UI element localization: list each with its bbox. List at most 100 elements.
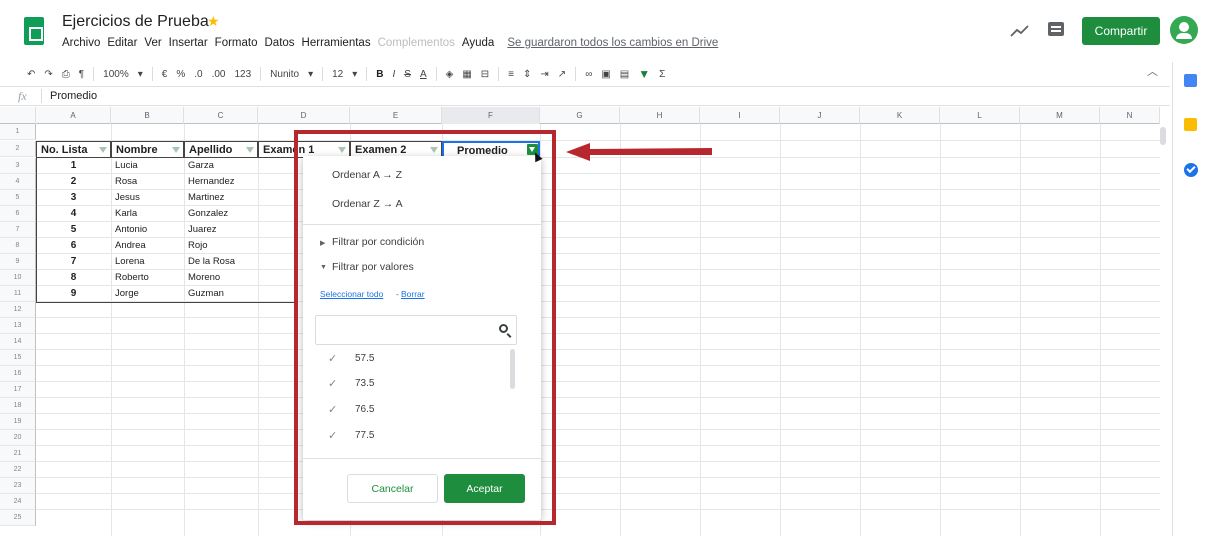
- redo-icon[interactable]: ↷: [44, 69, 52, 80]
- print-icon[interactable]: ⎙: [62, 69, 70, 80]
- document-title[interactable]: Ejercicios de Prueba: [62, 13, 209, 31]
- borders-icon[interactable]: ▦: [462, 69, 471, 80]
- table-cell[interactable]: 1: [36, 158, 111, 174]
- table-cell[interactable]: 9: [36, 286, 111, 302]
- table-cell[interactable]: 5: [36, 222, 111, 238]
- menu-herramientas[interactable]: Herramientas: [302, 37, 371, 49]
- undo-icon[interactable]: ↶: [27, 69, 35, 80]
- table-cell[interactable]: Guzman: [184, 286, 258, 302]
- column-header[interactable]: D: [258, 107, 350, 124]
- table-cell[interactable]: Garza: [184, 158, 258, 174]
- text-wrap-icon[interactable]: ⇥: [540, 69, 548, 80]
- row-header[interactable]: 2: [0, 141, 36, 157]
- table-cell[interactable]: 6: [36, 238, 111, 254]
- table-cell[interactable]: Roberto: [111, 270, 184, 286]
- chevron-down-icon[interactable]: ▾: [138, 69, 143, 80]
- row-header[interactable]: 4: [0, 174, 36, 190]
- chevron-down-icon[interactable]: ▾: [308, 69, 313, 80]
- table-cell[interactable]: 8: [36, 270, 111, 286]
- comments-icon[interactable]: [1048, 22, 1064, 36]
- table-cell[interactable]: Moreno: [184, 270, 258, 286]
- share-button[interactable]: Compartir: [1082, 17, 1160, 45]
- calendar-icon[interactable]: [1184, 74, 1197, 87]
- row-header[interactable]: 10: [0, 270, 36, 286]
- zoom-select[interactable]: 100%: [103, 69, 129, 80]
- select-all-corner[interactable]: [0, 107, 36, 124]
- filter-dropdown-icon[interactable]: [246, 147, 254, 153]
- menu-ver[interactable]: Ver: [144, 37, 161, 49]
- column-header[interactable]: G: [540, 107, 620, 124]
- column-header[interactable]: K: [860, 107, 940, 124]
- menu-ayuda[interactable]: Ayuda: [462, 37, 494, 49]
- table-cell[interactable]: Rojo: [184, 238, 258, 254]
- avatar[interactable]: [1170, 16, 1198, 44]
- column-header[interactable]: N: [1100, 107, 1160, 124]
- column-header[interactable]: J: [780, 107, 860, 124]
- row-header[interactable]: 24: [0, 494, 36, 510]
- row-header[interactable]: 20: [0, 430, 36, 446]
- row-header[interactable]: 3: [0, 158, 36, 174]
- column-header[interactable]: I: [700, 107, 780, 124]
- table-cell[interactable]: Karla: [111, 206, 184, 222]
- insert-link-button[interactable]: ∞: [585, 69, 592, 80]
- explore-trend-icon[interactable]: [1010, 24, 1030, 38]
- row-header[interactable]: 18: [0, 398, 36, 414]
- bold-button[interactable]: B: [376, 69, 383, 80]
- table-cell[interactable]: Lorena: [111, 254, 184, 270]
- table-cell[interactable]: Juarez: [184, 222, 258, 238]
- insert-comment-icon[interactable]: ▣: [601, 69, 610, 80]
- header-cell-nombre[interactable]: Nombre: [111, 141, 184, 158]
- saved-status[interactable]: Se guardaron todos los cambios en Drive: [507, 37, 718, 49]
- row-header[interactable]: 5: [0, 190, 36, 206]
- filter-icon[interactable]: ▼: [638, 67, 650, 81]
- align-vertical-icon[interactable]: ⇕: [523, 69, 531, 80]
- tasks-icon[interactable]: [1184, 163, 1198, 177]
- row-header[interactable]: 12: [0, 302, 36, 318]
- decrease-decimal-button[interactable]: .0: [194, 69, 202, 80]
- menu-formato[interactable]: Formato: [215, 37, 258, 49]
- menu-insertar[interactable]: Insertar: [169, 37, 208, 49]
- row-header[interactable]: 23: [0, 478, 36, 494]
- sheets-logo-icon[interactable]: [24, 17, 44, 45]
- row-header[interactable]: 13: [0, 318, 36, 334]
- table-cell[interactable]: 7: [36, 254, 111, 270]
- filter-dropdown-icon[interactable]: [172, 147, 180, 153]
- font-size-select[interactable]: 12: [332, 69, 343, 80]
- row-header[interactable]: 1: [0, 124, 36, 140]
- star-icon[interactable]: ★: [207, 13, 220, 30]
- row-header[interactable]: 19: [0, 414, 36, 430]
- menu-datos[interactable]: Datos: [265, 37, 295, 49]
- row-header[interactable]: 7: [0, 222, 36, 238]
- table-cell[interactable]: 4: [36, 206, 111, 222]
- column-header[interactable]: L: [940, 107, 1020, 124]
- table-cell[interactable]: De la Rosa: [184, 254, 258, 270]
- insert-chart-icon[interactable]: ▤: [620, 69, 629, 80]
- table-cell[interactable]: 2: [36, 174, 111, 190]
- row-header[interactable]: 16: [0, 366, 36, 382]
- menu-complementos[interactable]: Complementos: [378, 37, 455, 49]
- filter-dropdown-icon[interactable]: [99, 147, 107, 153]
- percent-button[interactable]: %: [176, 69, 185, 80]
- table-cell[interactable]: Gonzalez: [184, 206, 258, 222]
- row-header[interactable]: 14: [0, 334, 36, 350]
- column-header[interactable]: B: [111, 107, 184, 124]
- currency-button[interactable]: €: [162, 69, 168, 80]
- strikethrough-button[interactable]: S: [404, 69, 411, 80]
- font-select[interactable]: Nunito: [270, 69, 299, 80]
- table-cell[interactable]: Hernandez: [184, 174, 258, 190]
- column-header[interactable]: H: [620, 107, 700, 124]
- row-header[interactable]: 6: [0, 206, 36, 222]
- table-cell[interactable]: Martinez: [184, 190, 258, 206]
- table-cell[interactable]: 3: [36, 190, 111, 206]
- table-cell[interactable]: Lucia: [111, 158, 184, 174]
- table-cell[interactable]: Antonio: [111, 222, 184, 238]
- table-cell[interactable]: Jorge: [111, 286, 184, 302]
- column-header[interactable]: F: [442, 107, 540, 124]
- text-color-button[interactable]: A: [420, 69, 427, 80]
- more-formats-button[interactable]: 123: [234, 69, 251, 80]
- table-cell[interactable]: Jesus: [111, 190, 184, 206]
- row-header[interactable]: 9: [0, 254, 36, 270]
- row-header[interactable]: 11: [0, 286, 36, 302]
- formula-input[interactable]: Promedio: [50, 90, 97, 102]
- keep-icon[interactable]: [1184, 118, 1197, 131]
